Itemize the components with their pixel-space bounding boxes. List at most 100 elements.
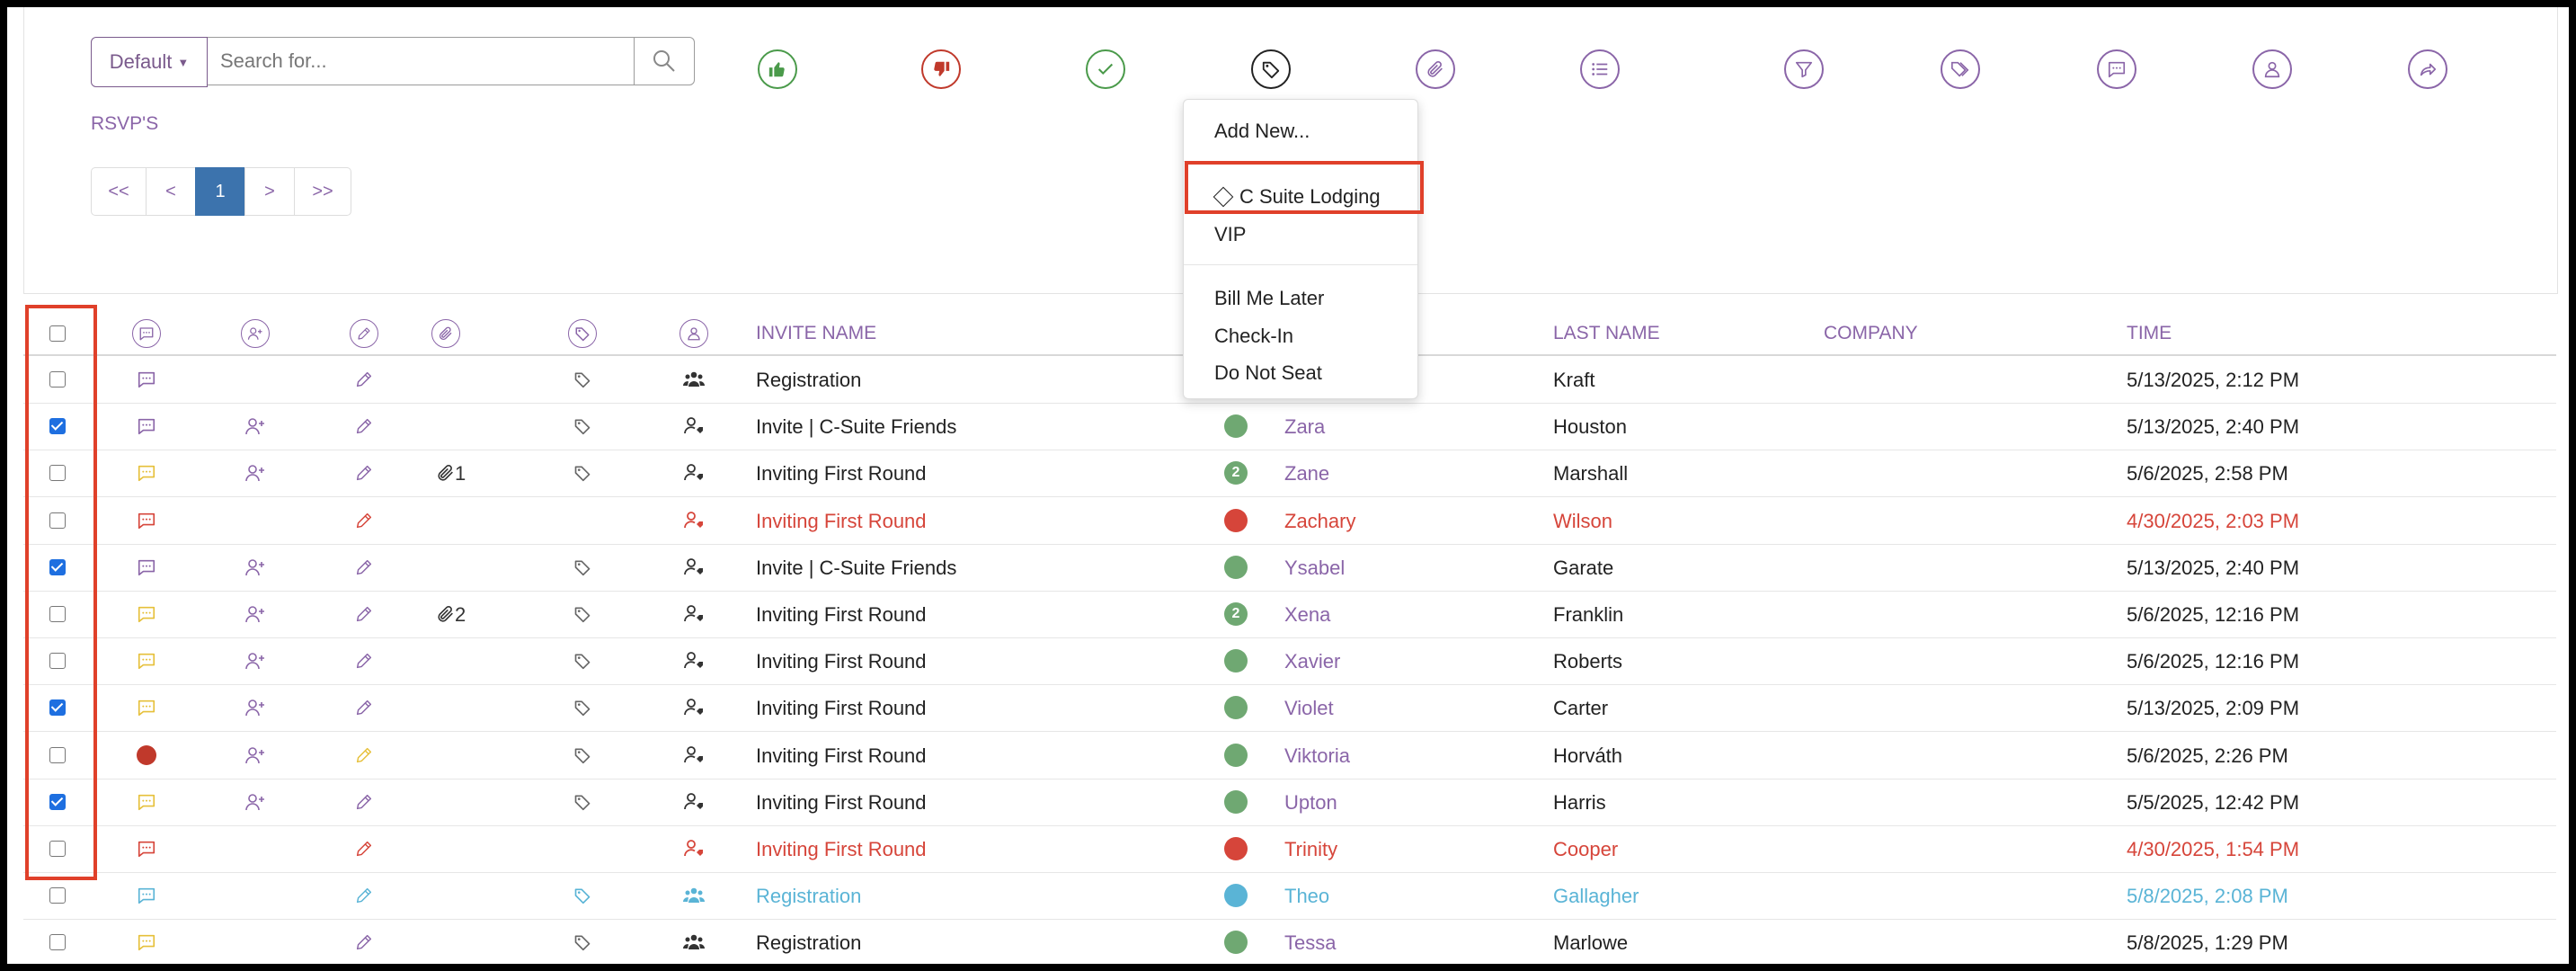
tag-icon[interactable] bbox=[571, 884, 594, 907]
tag-icon[interactable] bbox=[571, 461, 594, 485]
comment-toolbar-button[interactable] bbox=[2097, 49, 2136, 89]
add-user-icon[interactable] bbox=[244, 790, 267, 814]
edit-column-header[interactable] bbox=[350, 319, 378, 348]
menu-item-vip[interactable]: VIP bbox=[1184, 223, 1417, 246]
invite-name[interactable]: Inviting First Round bbox=[756, 650, 927, 673]
pencil-icon[interactable] bbox=[352, 790, 376, 814]
pencil-icon[interactable] bbox=[352, 744, 376, 767]
group-icon[interactable] bbox=[682, 931, 706, 954]
tag-icon[interactable] bbox=[571, 790, 594, 814]
list-toolbar-button[interactable] bbox=[1580, 49, 1620, 89]
comment-icon[interactable] bbox=[135, 696, 158, 719]
pencil-icon[interactable] bbox=[352, 837, 376, 860]
comment-icon[interactable] bbox=[135, 837, 158, 860]
thumbs-down-toolbar-button[interactable] bbox=[921, 49, 961, 89]
search-input[interactable] bbox=[208, 37, 635, 85]
invite-name[interactable]: Inviting First Round bbox=[756, 791, 927, 815]
invite-name[interactable]: Registration bbox=[756, 369, 861, 392]
person-column-header[interactable] bbox=[680, 319, 708, 348]
invite-name[interactable]: Registration bbox=[756, 885, 861, 908]
tag-toolbar-button[interactable] bbox=[1251, 49, 1291, 89]
first-name-link[interactable]: Viktoria bbox=[1284, 744, 1350, 768]
comment-icon[interactable] bbox=[135, 556, 158, 579]
tags-toolbar-button[interactable] bbox=[1941, 49, 1980, 89]
tag-icon[interactable] bbox=[571, 649, 594, 673]
pencil-icon[interactable] bbox=[352, 696, 376, 719]
menu-item-bill-me-later[interactable]: Bill Me Later bbox=[1184, 287, 1417, 310]
add-user-icon[interactable] bbox=[244, 696, 267, 719]
share-toolbar-button[interactable] bbox=[2408, 49, 2447, 89]
tag-icon[interactable] bbox=[571, 602, 594, 626]
first-name-link[interactable]: Violet bbox=[1284, 697, 1334, 720]
tag-icon[interactable] bbox=[571, 696, 594, 719]
first-name-link[interactable]: Xavier bbox=[1284, 650, 1340, 673]
first-name-link[interactable]: Theo bbox=[1284, 885, 1329, 908]
check-toolbar-button[interactable] bbox=[1086, 49, 1125, 89]
menu-item-do-not-seat[interactable]: Do Not Seat bbox=[1184, 361, 1417, 385]
paperclip-toolbar-button[interactable] bbox=[1416, 49, 1455, 89]
tag-column-header[interactable] bbox=[568, 319, 597, 348]
pencil-icon[interactable] bbox=[352, 884, 376, 907]
pencil-icon[interactable] bbox=[352, 461, 376, 485]
first-name-link[interactable]: Xena bbox=[1284, 603, 1330, 627]
group-icon[interactable] bbox=[682, 368, 706, 391]
pencil-icon[interactable] bbox=[352, 509, 376, 532]
add-user-column-header[interactable] bbox=[241, 319, 270, 348]
row-checkbox[interactable] bbox=[49, 887, 66, 904]
invite-name[interactable]: Invite | C-Suite Friends bbox=[756, 557, 956, 580]
header-invite-name[interactable]: INVITE NAME bbox=[756, 323, 876, 344]
add-user-icon[interactable] bbox=[244, 649, 267, 673]
invite-name[interactable]: Inviting First Round bbox=[756, 462, 927, 486]
person-tag-icon[interactable] bbox=[682, 790, 706, 814]
tag-icon[interactable] bbox=[571, 556, 594, 579]
pencil-icon[interactable] bbox=[352, 368, 376, 391]
comment-icon[interactable] bbox=[135, 509, 158, 532]
search-button[interactable] bbox=[635, 37, 695, 85]
first-name-link[interactable]: Zane bbox=[1284, 462, 1329, 486]
comment-icon[interactable] bbox=[135, 602, 158, 626]
pencil-icon[interactable] bbox=[352, 602, 376, 626]
first-name-link[interactable]: Tessa bbox=[1284, 931, 1336, 955]
menu-item-check-in[interactable]: Check-In bbox=[1184, 325, 1417, 348]
add-user-icon[interactable] bbox=[244, 414, 267, 438]
invite-name[interactable]: Inviting First Round bbox=[756, 603, 927, 627]
person-tag-icon[interactable] bbox=[682, 744, 706, 767]
group-icon[interactable] bbox=[682, 884, 706, 907]
attachment-column-header[interactable] bbox=[431, 319, 460, 348]
default-view-dropdown[interactable]: Default ▼ bbox=[91, 37, 208, 87]
pager-last[interactable]: >> bbox=[294, 167, 351, 216]
menu-item-add-new[interactable]: Add New... bbox=[1184, 120, 1417, 143]
row-checkbox[interactable] bbox=[49, 934, 66, 950]
tag-icon[interactable] bbox=[571, 931, 594, 954]
thumbs-up-toolbar-button[interactable] bbox=[758, 49, 797, 89]
add-user-icon[interactable] bbox=[244, 461, 267, 485]
pager-first[interactable]: << bbox=[91, 167, 147, 216]
first-name-link[interactable]: Upton bbox=[1284, 791, 1337, 815]
first-name-link[interactable]: Zara bbox=[1284, 415, 1325, 439]
add-user-icon[interactable] bbox=[244, 602, 267, 626]
invite-name[interactable]: Inviting First Round bbox=[756, 838, 927, 861]
add-user-icon[interactable] bbox=[244, 744, 267, 767]
pencil-icon[interactable] bbox=[352, 931, 376, 954]
pencil-icon[interactable] bbox=[352, 649, 376, 673]
comment-icon[interactable] bbox=[135, 414, 158, 438]
comment-icon[interactable] bbox=[135, 884, 158, 907]
header-last-name[interactable]: LAST NAME bbox=[1553, 323, 1660, 344]
person-tag-icon[interactable] bbox=[682, 509, 706, 532]
comment-icon[interactable] bbox=[135, 461, 158, 485]
comment-icon[interactable] bbox=[135, 368, 158, 391]
person-tag-icon[interactable] bbox=[682, 556, 706, 579]
invite-name[interactable]: Inviting First Round bbox=[756, 697, 927, 720]
first-name-link[interactable]: Ysabel bbox=[1284, 557, 1345, 580]
comment-icon[interactable] bbox=[135, 649, 158, 673]
person-tag-icon[interactable] bbox=[682, 696, 706, 719]
person-tag-icon[interactable] bbox=[682, 602, 706, 626]
header-time[interactable]: TIME bbox=[2127, 323, 2172, 344]
comment-icon[interactable] bbox=[135, 790, 158, 814]
filter-toolbar-button[interactable] bbox=[1784, 49, 1824, 89]
person-tag-icon[interactable] bbox=[682, 414, 706, 438]
comment-icon[interactable] bbox=[135, 931, 158, 954]
invite-name[interactable]: Registration bbox=[756, 931, 861, 955]
person-tag-icon[interactable] bbox=[682, 649, 706, 673]
header-company[interactable]: COMPANY bbox=[1824, 323, 1918, 344]
